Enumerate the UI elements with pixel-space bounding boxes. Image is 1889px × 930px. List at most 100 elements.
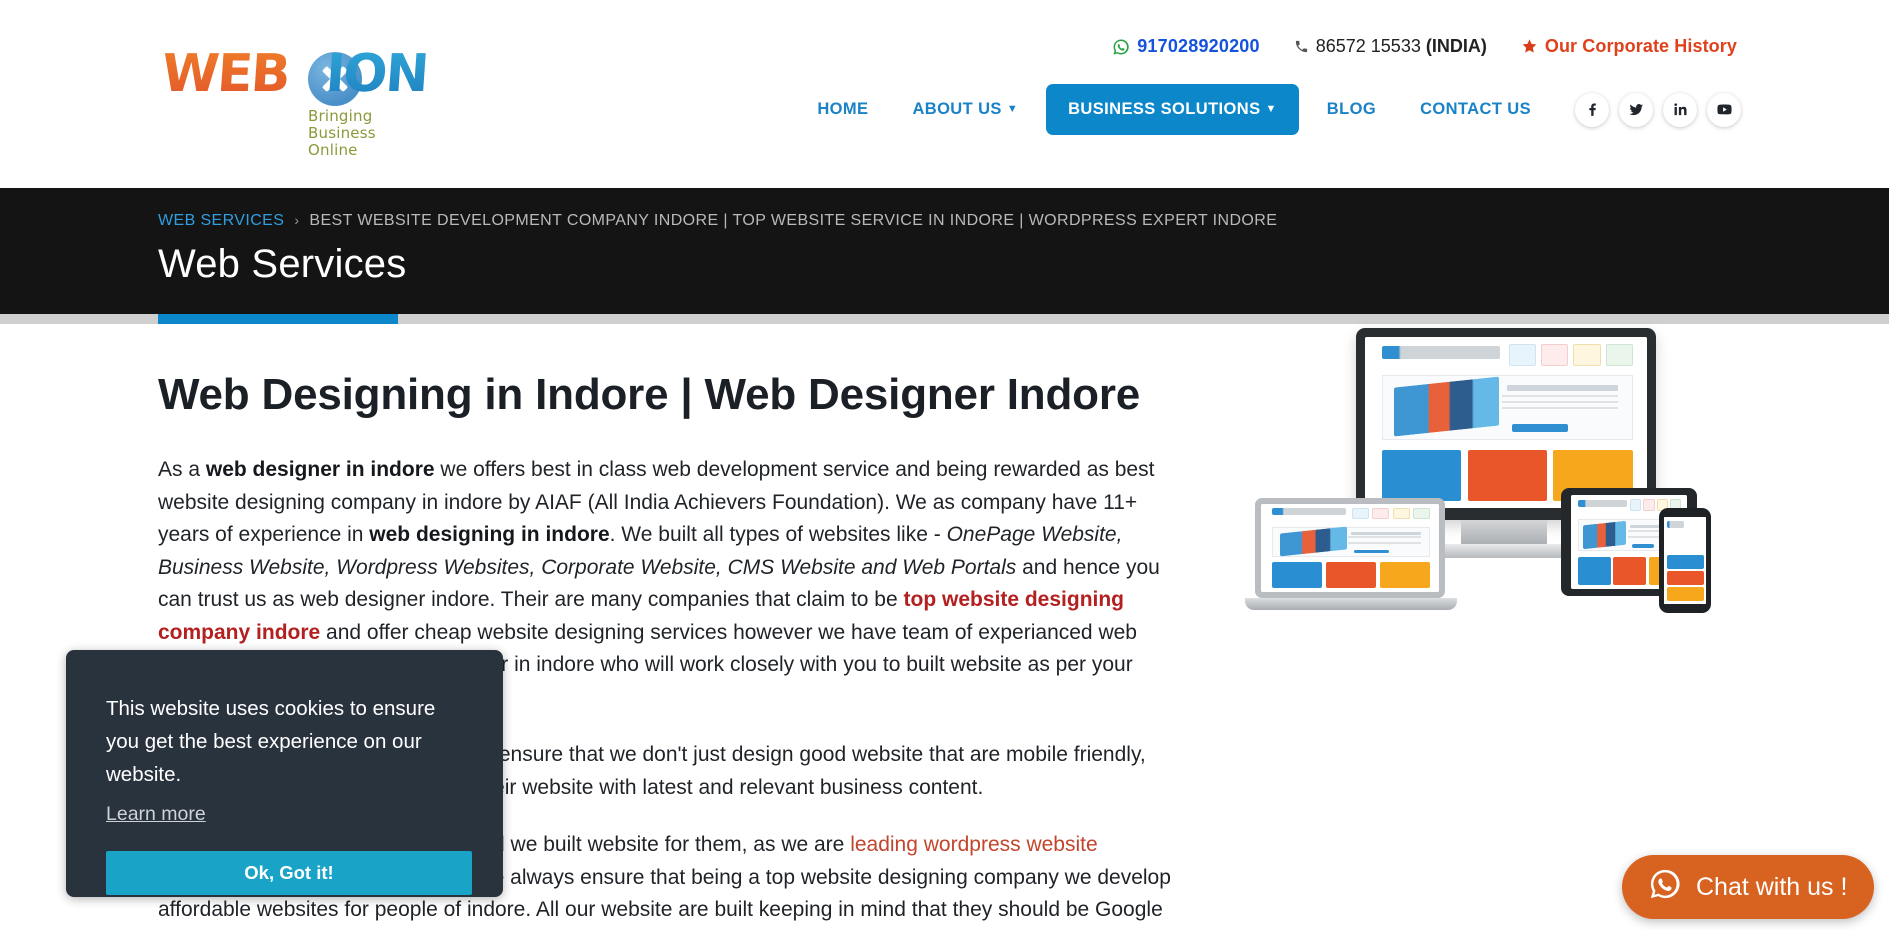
nav-item-home[interactable]: HOME <box>795 88 890 131</box>
mini-icon-3 <box>1392 507 1410 519</box>
youtube-icon[interactable] <box>1707 92 1741 127</box>
mini-icon-2 <box>1643 498 1655 511</box>
nav-item-blog[interactable]: BLOG <box>1305 88 1398 131</box>
nav-label-home: HOME <box>817 100 869 118</box>
linkedin-icon[interactable] <box>1663 92 1697 127</box>
mini-icon-row <box>1351 507 1431 519</box>
page-title: Web Services <box>158 242 407 286</box>
mini-tile-blue <box>1381 449 1462 502</box>
phone-number[interactable]: 86572 15533 (INDIA) <box>1316 36 1487 57</box>
twitter-icon[interactable] <box>1619 92 1653 127</box>
star-icon <box>1521 38 1538 55</box>
mini-tile-blue <box>1666 555 1704 569</box>
mini-icon-1 <box>1508 343 1537 367</box>
phone-icon <box>1294 39 1309 54</box>
phone-contact[interactable]: 86572 15533 (INDIA) <box>1294 36 1487 57</box>
banner-content: WEB SERVICES › BEST WEBSITE DEVELOPMENT … <box>158 212 1277 287</box>
mini-hero-button <box>1631 543 1655 548</box>
mini-hero-button <box>1354 549 1389 554</box>
mini-logo-bar <box>1577 499 1627 508</box>
mini-hero-button <box>1512 424 1568 432</box>
corporate-history-link[interactable]: Our Corporate History <box>1521 36 1737 57</box>
whatsapp-chat-button[interactable]: Chat with us ! <box>1622 855 1874 919</box>
mini-tile-blue <box>1577 557 1611 586</box>
responsive-devices-image <box>1245 328 1761 630</box>
mini-tile-orange <box>1666 571 1704 585</box>
logo-text-ion: ION <box>323 44 430 104</box>
nav-label-contact-us: CONTACT US <box>1420 100 1531 118</box>
corporate-history-label[interactable]: Our Corporate History <box>1545 36 1737 57</box>
logo-wordmark: WEB ION <box>158 38 429 110</box>
mini-hero <box>1381 374 1633 440</box>
whatsapp-number[interactable]: 917028920200 <box>1137 36 1260 57</box>
nav-label-blog: BLOG <box>1326 100 1377 118</box>
nav-label-about-us: ABOUT US <box>912 100 1002 118</box>
breadcrumb-link-web-services[interactable]: WEB SERVICES <box>158 212 284 230</box>
phone-screen <box>1664 517 1706 604</box>
mini-tile-yellow <box>1666 586 1704 601</box>
mini-logo-bar <box>1381 345 1501 360</box>
laptop-mockup <box>1245 498 1457 610</box>
social-links <box>1575 92 1741 127</box>
mini-website-preview <box>1365 337 1647 508</box>
site-logo[interactable]: WEB ION Bringing Business Online <box>158 38 429 159</box>
p1-text-3: . We built all types of websites like - <box>609 523 947 546</box>
facebook-icon[interactable] <box>1575 92 1609 127</box>
page-root: WEB ION Bringing Business Online 9170289… <box>0 0 1889 930</box>
nav-item-business-solutions[interactable]: BUSINESS SOLUTIONS ▼ <box>1046 84 1299 135</box>
phone-region: (INDIA) <box>1425 36 1487 56</box>
laptop-deck <box>1245 598 1457 610</box>
logo-tagline-line1: Bringing <box>308 107 373 125</box>
nav-list: HOME ABOUT US ▼ BUSINESS SOLUTIONS ▼ BLOG … <box>795 84 1553 135</box>
breadcrumb: WEB SERVICES › BEST WEBSITE DEVELOPMENT … <box>158 212 1277 230</box>
mini-tile-orange <box>1325 562 1376 589</box>
mini-icon-1 <box>1630 498 1642 511</box>
mini-hero-art <box>1394 376 1500 438</box>
cookie-learn-more-link[interactable]: Learn more <box>106 803 206 826</box>
nav-item-about-us[interactable]: ABOUT US ▼ <box>890 88 1040 131</box>
mini-website-preview-phone <box>1664 517 1706 604</box>
mini-icon-1 <box>1351 507 1370 519</box>
phone-number-value: 86572 15533 <box>1315 36 1421 56</box>
p1-bold-1: web designer in indore <box>205 458 435 481</box>
monitor-stand <box>1461 520 1547 546</box>
p1-text-1: As a <box>158 458 206 481</box>
mini-hero-welcome-text <box>1350 531 1421 535</box>
logo-text-web: WEB <box>159 44 291 104</box>
mini-logo-bar <box>1271 508 1347 516</box>
mini-tiles <box>1666 555 1704 601</box>
p1-bold-2: web designing in indore <box>369 523 610 546</box>
banner-bottom-rule <box>0 314 1889 324</box>
mini-tile-yellow <box>1379 562 1431 589</box>
monitor-screen <box>1365 337 1647 508</box>
mini-hero-art <box>1583 520 1627 550</box>
chevron-down-icon: ▼ <box>1006 103 1019 115</box>
whatsapp-contact[interactable]: 917028920200 <box>1112 36 1260 57</box>
nav-item-contact-us[interactable]: CONTACT US <box>1398 88 1553 131</box>
mini-hero-welcome-text <box>1507 385 1618 392</box>
mini-tiles <box>1271 562 1431 589</box>
mini-hero-lines <box>1502 395 1618 413</box>
chevron-down-icon: ▼ <box>1265 103 1277 115</box>
logo-tagline-line2: Business Online <box>308 124 376 159</box>
cookie-accept-button[interactable]: Ok, Got it! <box>106 851 472 895</box>
mini-tile-orange <box>1613 557 1646 586</box>
mini-icon-3 <box>1573 343 1601 367</box>
whatsapp-icon <box>1112 38 1130 56</box>
mini-tile-orange <box>1467 449 1548 502</box>
mini-icon-row <box>1508 343 1633 367</box>
mini-website-preview-laptop <box>1261 504 1439 592</box>
mini-icon-4 <box>1412 507 1431 519</box>
banner-accent-bar <box>158 314 398 324</box>
primary-navigation: HOME ABOUT US ▼ BUSINESS SOLUTIONS ▼ BLOG … <box>795 84 1741 135</box>
phone-mockup <box>1659 508 1711 613</box>
nav-label-business-solutions: BUSINESS SOLUTIONS <box>1068 100 1261 118</box>
cookie-consent-banner: This website uses cookies to ensure you … <box>66 650 503 897</box>
whatsapp-icon <box>1648 867 1682 908</box>
mini-hero <box>1271 526 1431 557</box>
laptop-screen <box>1261 504 1439 592</box>
cookie-message: This website uses cookies to ensure you … <box>106 697 436 786</box>
breadcrumb-separator-icon: › <box>294 212 300 228</box>
breadcrumb-current: BEST WEBSITE DEVELOPMENT COMPANY INDORE … <box>309 212 1278 229</box>
mini-icon-4 <box>1605 343 1633 367</box>
